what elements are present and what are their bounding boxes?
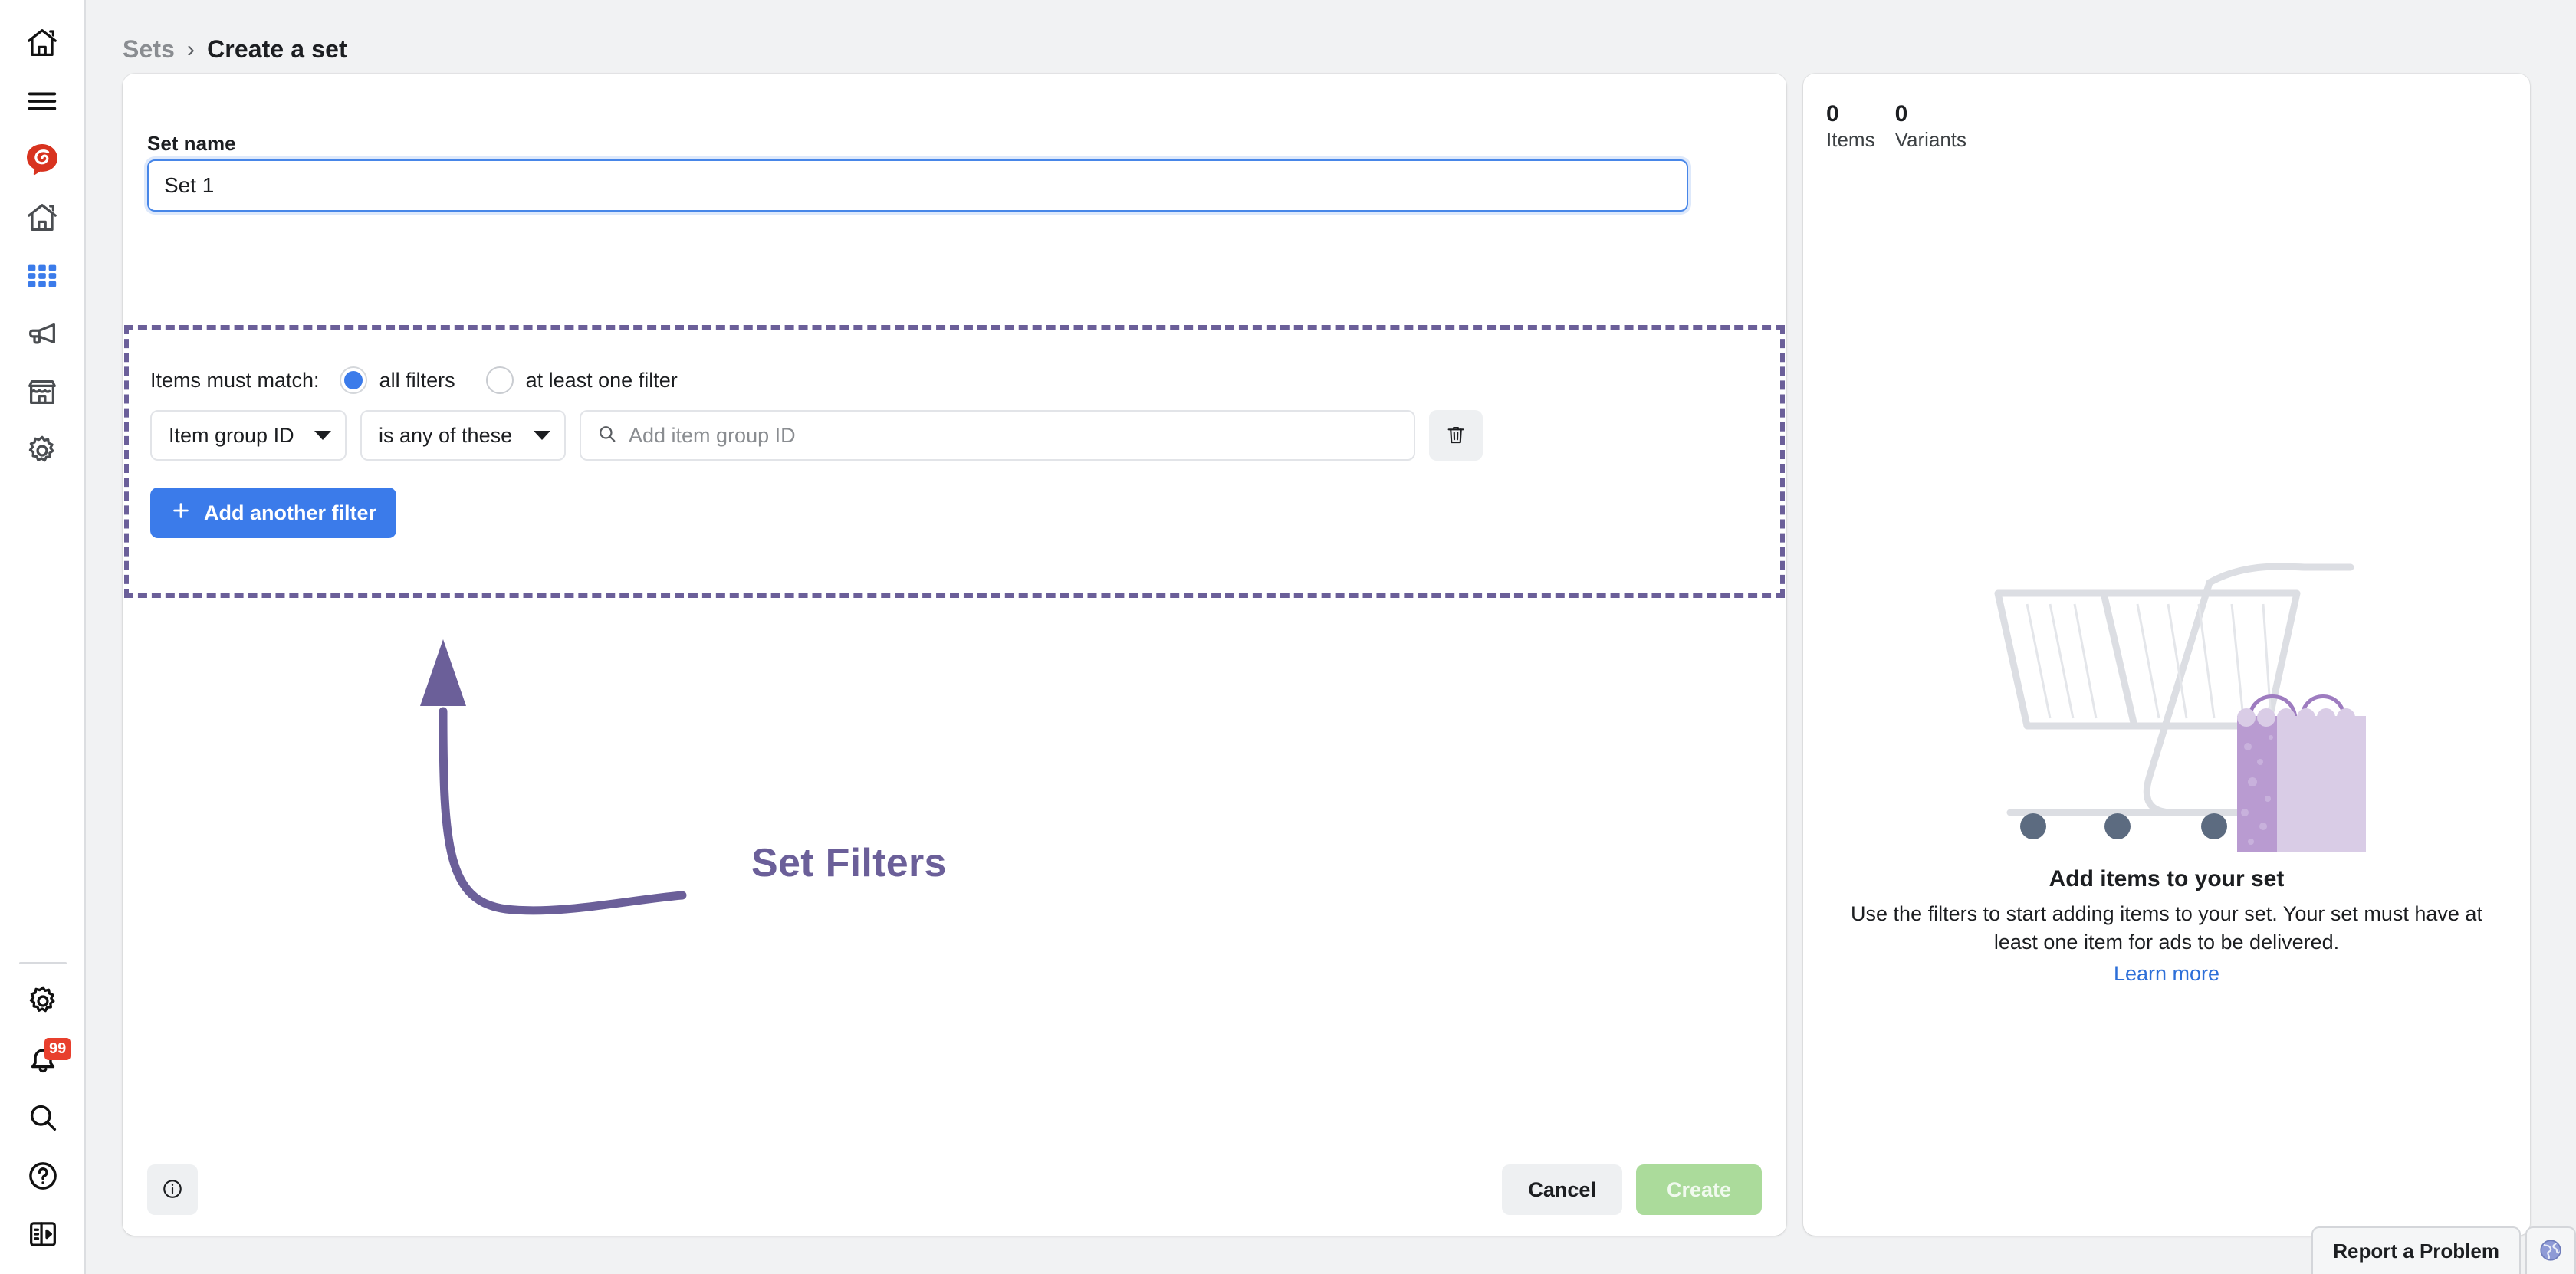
set-filters-region: Items must match: all filters at least o… (124, 325, 1785, 598)
sidebar-item-all-tools[interactable] (13, 248, 71, 307)
radio-at-least-one-filter[interactable] (485, 366, 514, 394)
search-icon (25, 1100, 61, 1139)
chevron-down-icon (314, 431, 331, 440)
grid-apps-icon (25, 258, 60, 297)
filter-value-input[interactable] (629, 423, 1398, 448)
storefront-icon (25, 375, 60, 414)
stat-variants-caption: Variants (1894, 127, 1967, 151)
help-circle-icon (25, 1158, 61, 1197)
empty-state-description: Use the filters to start adding items to… (1851, 902, 2482, 954)
sidebar-item-panel-toggle[interactable] (14, 1207, 72, 1265)
filter-field-value: Item group ID (169, 423, 294, 447)
stat-variants: 0 Variants (1895, 101, 1967, 152)
empty-state-title: Add items to your set (2049, 866, 2285, 891)
filter-value-search-box[interactable] (580, 410, 1415, 461)
radio-all-filters-label: all filters (379, 368, 455, 392)
page-title: Create a set (207, 35, 347, 63)
report-bar: Report a Problem (2312, 1226, 2576, 1274)
locale-globe-button[interactable] (2525, 1226, 2576, 1274)
radio-at-least-one-filter-label: at least one filter (525, 368, 678, 392)
filter-operator-value: is any of these (379, 423, 513, 447)
shopping-cart-with-bag-illustration (1994, 563, 2366, 852)
hamburger-menu-icon (25, 84, 60, 123)
plus-icon (170, 500, 192, 527)
rail-bottom-group: 99 (0, 956, 86, 1265)
stat-items: 0 Items (1826, 101, 1875, 152)
chevron-down-icon (534, 431, 550, 440)
sidebar-item-settings-top[interactable] (13, 423, 71, 481)
set-filters-annotation-arrow (414, 626, 736, 951)
sidebar-item-business-logo[interactable] (13, 132, 71, 190)
sidebar-item-menu[interactable] (13, 74, 71, 132)
sidebar-item-home[interactable] (13, 190, 71, 248)
create-button[interactable]: Create (1635, 1164, 1762, 1215)
set-filters-annotation-label: Set Filters (751, 841, 947, 885)
page-area: Sets › Create a set Set name /* placehol… (86, 0, 2576, 1274)
gear-icon (25, 983, 61, 1023)
create-set-card: Set name /* placeholder bound below */ I… (123, 74, 1786, 1236)
sidebar-item-commerce[interactable] (13, 365, 71, 423)
filter-row: Item group ID is any of these (150, 410, 1483, 461)
chevron-right-icon: › (187, 36, 196, 62)
sidebar-item-ads[interactable] (13, 307, 71, 365)
set-name-label: Set name (147, 132, 236, 155)
radio-all-filters[interactable] (339, 366, 367, 394)
rail-top-group (13, 0, 71, 481)
set-name-input[interactable] (147, 159, 1688, 212)
info-circle-icon (161, 1177, 184, 1203)
rail-divider (19, 962, 67, 964)
empty-state: Add items to your set Use the filters to… (1803, 546, 2530, 986)
trash-icon (1444, 423, 1467, 448)
sidebar-item-settings[interactable] (14, 974, 72, 1032)
card-footer: Cancel Create (123, 1144, 1786, 1236)
left-nav-rail: 99 (0, 0, 86, 1274)
stat-items-value: 0 (1826, 101, 1839, 126)
stat-items-caption: Items (1826, 127, 1875, 151)
add-another-filter-button[interactable]: Add another filter (150, 488, 397, 538)
report-a-problem-button[interactable]: Report a Problem (2312, 1226, 2521, 1274)
learn-more-link[interactable]: Learn more (2114, 962, 2220, 986)
sidebar-item-search[interactable] (14, 1090, 72, 1148)
content-columns: Set name /* placeholder bound below */ I… (123, 74, 2551, 1274)
sidebar-item-notifications[interactable]: 99 (14, 1032, 72, 1090)
items-must-match-row: Items must match: all filters at least o… (150, 366, 708, 394)
set-preview-panel: 0 Items 0 Variants Add items to your set… (1803, 74, 2530, 1236)
breadcrumb: Sets › Create a set (123, 35, 347, 64)
set-stats: 0 Items 0 Variants (1826, 101, 1967, 152)
delete-filter-button[interactable] (1429, 410, 1483, 461)
add-another-filter-label: Add another filter (204, 501, 377, 524)
megaphone-icon (25, 317, 60, 356)
info-button[interactable] (147, 1164, 198, 1215)
sidebar-item-home-outline[interactable] (13, 15, 71, 74)
cancel-button[interactable]: Cancel (1502, 1164, 1622, 1215)
radio-option-all-filters[interactable]: all filters (339, 366, 455, 394)
filter-field-select[interactable]: Item group ID (150, 410, 347, 461)
breadcrumb-parent-link[interactable]: Sets (123, 35, 175, 64)
meta-business-logo-icon (24, 141, 61, 182)
gear-icon (25, 433, 60, 472)
panel-toggle-icon (25, 1217, 61, 1256)
search-icon (596, 423, 618, 448)
sidebar-item-help[interactable] (14, 1148, 72, 1207)
filter-operator-select[interactable]: is any of these (360, 410, 566, 461)
stat-variants-value: 0 (1894, 101, 1908, 126)
app-root: 99 Sets › Create a set Set name Set 1 It… (0, 0, 2576, 1274)
notifications-badge: 99 (44, 1038, 71, 1060)
globe-icon (2538, 1237, 2564, 1266)
home-outline-icon (25, 25, 60, 64)
radio-option-at-least-one-filter[interactable]: at least one filter (485, 366, 678, 394)
items-must-match-label: Items must match: (150, 368, 320, 392)
home-icon (25, 200, 60, 239)
